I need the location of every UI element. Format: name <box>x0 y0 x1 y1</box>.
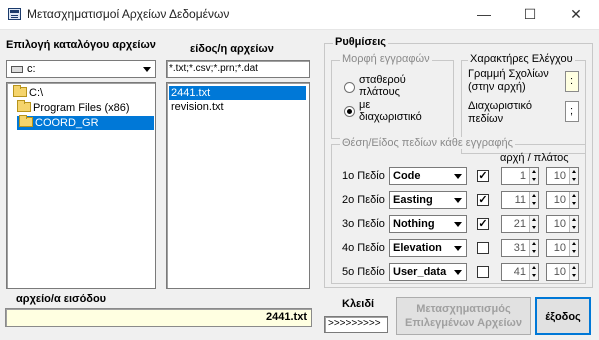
chevron-down-icon <box>450 241 465 255</box>
comment-char-input[interactable]: : <box>565 71 579 92</box>
field-2-start-spinner[interactable]: 11 <box>501 191 539 209</box>
field-2-label: 2ο Πεδίο <box>342 194 385 206</box>
transform-button[interactable]: Μετασχηματισμός Επιλεγμένων Αρχείων <box>396 297 531 335</box>
chevron-down-icon[interactable] <box>139 62 154 76</box>
field-1-start-spinner[interactable]: 1 <box>501 167 539 185</box>
separator-label: Διαχωριστικό πεδίων <box>468 100 532 125</box>
field-4-label: 4ο Πεδίο <box>342 242 385 254</box>
drive-icon <box>11 66 23 73</box>
separator-char-input[interactable]: ; <box>565 101 579 122</box>
fixed-width-radio[interactable] <box>344 82 355 93</box>
field-2-checkbox[interactable]: ✓ <box>477 194 489 206</box>
folder-open-icon <box>13 85 27 97</box>
drive-select[interactable]: c: <box>6 60 156 78</box>
client-area: Επιλογή καταλόγου αρχείων c: C:\ Program… <box>0 30 599 340</box>
drive-value: c: <box>27 63 36 75</box>
fields-title: Θέση/Είδος πεδίων κάθε εγγραφής <box>340 137 515 149</box>
field-4-checkbox[interactable] <box>477 242 489 254</box>
field-5-checkbox[interactable] <box>477 266 489 278</box>
field-3-start-spinner[interactable]: 21 <box>501 215 539 233</box>
field-1-type-select[interactable]: Code <box>389 167 467 185</box>
folder-open-icon <box>19 115 33 127</box>
field-3-label: 3ο Πεδίο <box>342 218 385 230</box>
directory-tree[interactable]: C:\ Program Files (x86) COORD_GR <box>6 82 156 289</box>
field-4-start-spinner[interactable]: 31 <box>501 239 539 257</box>
delimited-label: με διαχωριστικό <box>359 99 422 123</box>
field-3-type-select[interactable]: Nothing <box>389 215 467 233</box>
settings-title: Ρυθμίσεις <box>333 36 388 48</box>
tree-item-coord-gr[interactable]: COORD_GR <box>17 115 154 130</box>
chevron-down-icon <box>450 193 465 207</box>
folder-open-icon <box>17 100 31 112</box>
maximize-button[interactable]: ☐ <box>507 0 553 30</box>
start-width-header: αρχή / πλάτος <box>500 152 569 164</box>
record-format-title: Μορφή εγγραφών <box>340 53 432 65</box>
delimited-radio[interactable] <box>344 106 355 117</box>
chevron-down-icon <box>450 217 465 231</box>
directory-label: Επιλογή καταλόγου αρχείων <box>6 39 156 51</box>
field-3-checkbox[interactable]: ✓ <box>477 218 489 230</box>
field-5-type-select[interactable]: User_data <box>389 263 467 281</box>
chevron-down-icon <box>450 169 465 183</box>
field-1-checkbox[interactable]: ✓ <box>477 170 489 182</box>
window-title: Μετασχηματισμοί Αρχείων Δεδομένων <box>27 7 230 21</box>
title-bar: Μετασχηματισμοί Αρχείων Δεδομένων — ☐ ✕ <box>0 0 599 30</box>
file-item[interactable]: 2441.txt <box>169 86 306 100</box>
minimize-button[interactable]: — <box>461 0 507 30</box>
exit-button[interactable]: έξοδος <box>535 297 591 335</box>
input-files-label: αρχείο/α εισόδου <box>16 293 107 305</box>
key-label: Κλειδί <box>342 298 375 310</box>
field-2-width-spinner[interactable]: 10 <box>546 191 579 209</box>
fixed-width-label: σταθερού πλάτους <box>359 74 406 98</box>
comment-line-label: Γραμμή Σχολίων (στην αρχή) <box>468 68 549 93</box>
app-icon <box>8 8 21 20</box>
field-5-width-spinner[interactable]: 10 <box>546 263 579 281</box>
file-type-label: είδος/η αρχείων <box>190 43 274 55</box>
close-button[interactable]: ✕ <box>553 0 599 30</box>
field-5-label: 5ο Πεδίο <box>342 266 385 278</box>
field-5-start-spinner[interactable]: 41 <box>501 263 539 281</box>
file-list[interactable]: 2441.txt revision.txt <box>166 82 310 289</box>
chevron-down-icon <box>450 265 465 279</box>
field-1-width-spinner[interactable]: 10 <box>546 167 579 185</box>
field-4-type-select[interactable]: Elevation <box>389 239 467 257</box>
field-3-width-spinner[interactable]: 10 <box>546 215 579 233</box>
field-2-type-select[interactable]: Easting <box>389 191 467 209</box>
file-filter-input[interactable]: *.txt;*.csv;*.prn;*.dat <box>166 60 310 78</box>
tree-item-program-files[interactable]: Program Files (x86) <box>15 100 130 115</box>
field-4-width-spinner[interactable]: 10 <box>546 239 579 257</box>
tree-item-root[interactable]: C:\ <box>11 85 43 100</box>
key-input[interactable]: >>>>>>>>> <box>324 316 388 333</box>
control-chars-title: Χαρακτήρες Ελέγχου <box>468 53 575 65</box>
input-files-field[interactable]: 2441.txt <box>5 308 312 327</box>
file-item[interactable]: revision.txt <box>169 100 224 114</box>
field-1-label: 1ο Πεδίο <box>342 170 385 182</box>
